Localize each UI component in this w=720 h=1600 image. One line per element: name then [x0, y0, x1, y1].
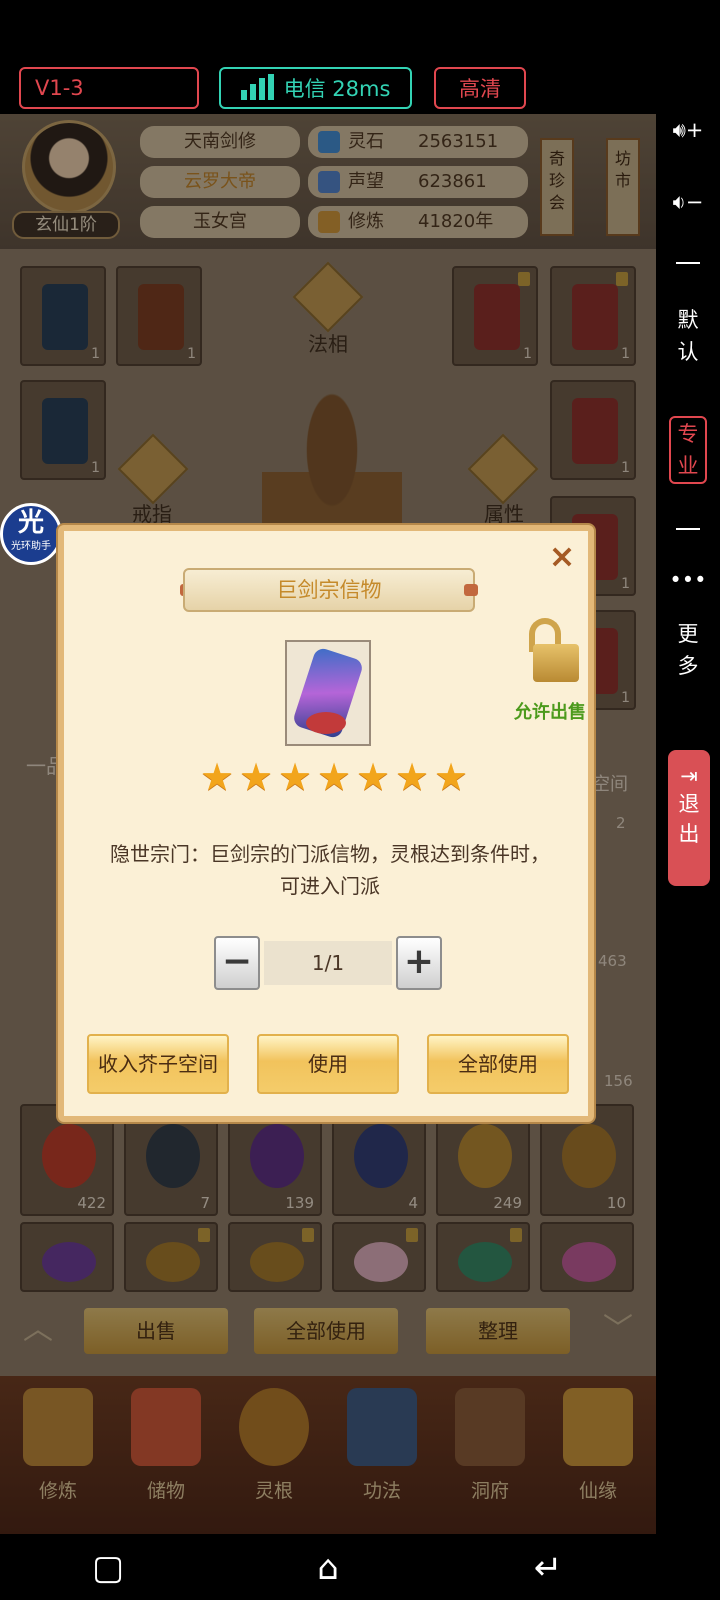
- allow-sell-label[interactable]: 允许出售: [505, 698, 595, 724]
- star-icon: ★: [395, 755, 430, 799]
- helper-logo: 光: [17, 508, 44, 538]
- tassel-icon: [306, 712, 346, 734]
- network-label: 电信 28ms: [283, 77, 391, 101]
- signal-icon: [240, 74, 274, 100]
- use-all-dialog-button[interactable]: 全部使用: [427, 1034, 569, 1094]
- exit-label: 退: [678, 792, 700, 816]
- divider: [676, 262, 700, 264]
- recent-apps-icon[interactable]: ▢: [86, 1546, 130, 1590]
- dialog-title: 巨剑宗信物: [183, 568, 475, 612]
- exit-icon: ⇥: [680, 764, 698, 788]
- quantity-display: 1/1: [264, 941, 392, 985]
- store-in-space-button[interactable]: 收入芥子空间: [87, 1034, 229, 1094]
- more-label: 多: [677, 654, 699, 678]
- home-icon[interactable]: ⌂: [306, 1546, 350, 1590]
- back-icon[interactable]: ↵: [526, 1546, 570, 1590]
- star-icon: ★: [200, 755, 235, 799]
- quality-label: 高清: [459, 77, 501, 101]
- star-icon: ★: [434, 755, 469, 799]
- default-label: 认: [677, 340, 699, 364]
- quantity-increase-button[interactable]: +: [396, 936, 442, 990]
- stream-side-panel: 🔊︎+ 🔉︎− 默认 专业 ••• 更多 ⇥ 退 出: [656, 114, 720, 1534]
- pro-mode-button[interactable]: 专业: [669, 416, 707, 484]
- version-label: V1-3: [35, 76, 84, 100]
- android-nav-bar: ▢ ⌂ ↵: [0, 1534, 720, 1600]
- unlock-icon[interactable]: [523, 618, 579, 682]
- star-rating: ★ ★ ★ ★ ★ ★ ★: [200, 755, 469, 800]
- more-button[interactable]: 更多: [656, 618, 720, 682]
- version-pill[interactable]: V1-3: [19, 67, 199, 109]
- quality-pill[interactable]: 高清: [434, 67, 526, 109]
- pro-label: 专: [677, 422, 699, 446]
- use-button[interactable]: 使用: [257, 1034, 399, 1094]
- stream-status-bar: V1-3 电信 28ms 高清: [0, 60, 656, 114]
- title-ornament: [464, 584, 478, 596]
- description-line: 可进入门派: [280, 874, 380, 898]
- star-icon: ★: [356, 755, 391, 799]
- divider: [676, 528, 700, 530]
- default-mode-button[interactable]: 默认: [656, 304, 720, 368]
- more-dots-icon[interactable]: •••: [656, 564, 720, 596]
- helper-float-button[interactable]: 光 光环助手: [0, 503, 62, 565]
- item-description: 隐世宗门：巨剑宗的门派信物，灵根达到条件时， 可进入门派: [88, 838, 572, 902]
- close-icon[interactable]: ×: [546, 540, 578, 572]
- star-icon: ★: [239, 755, 274, 799]
- helper-label: 光环助手: [11, 541, 51, 552]
- quantity-decrease-button[interactable]: −: [214, 936, 260, 990]
- more-label: 更: [677, 622, 699, 646]
- pro-label: 业: [677, 454, 699, 478]
- description-line: 隐世宗门：巨剑宗的门派信物，灵根达到条件时，: [110, 842, 550, 866]
- exit-label: 出: [678, 822, 700, 846]
- network-pill[interactable]: 电信 28ms: [219, 67, 412, 109]
- volume-up-icon[interactable]: 🔊︎+: [656, 114, 720, 146]
- item-detail-dialog: [58, 525, 594, 1122]
- star-icon: ★: [317, 755, 352, 799]
- default-label: 默: [677, 308, 699, 332]
- screen: V1-3 电信 28ms 高清 玄仙1阶 天南剑修 云罗大帝 玉女宫 灵石 25…: [0, 0, 720, 1600]
- star-icon: ★: [278, 755, 313, 799]
- exit-button[interactable]: ⇥ 退 出: [668, 750, 710, 886]
- volume-down-icon[interactable]: 🔉︎−: [656, 186, 720, 218]
